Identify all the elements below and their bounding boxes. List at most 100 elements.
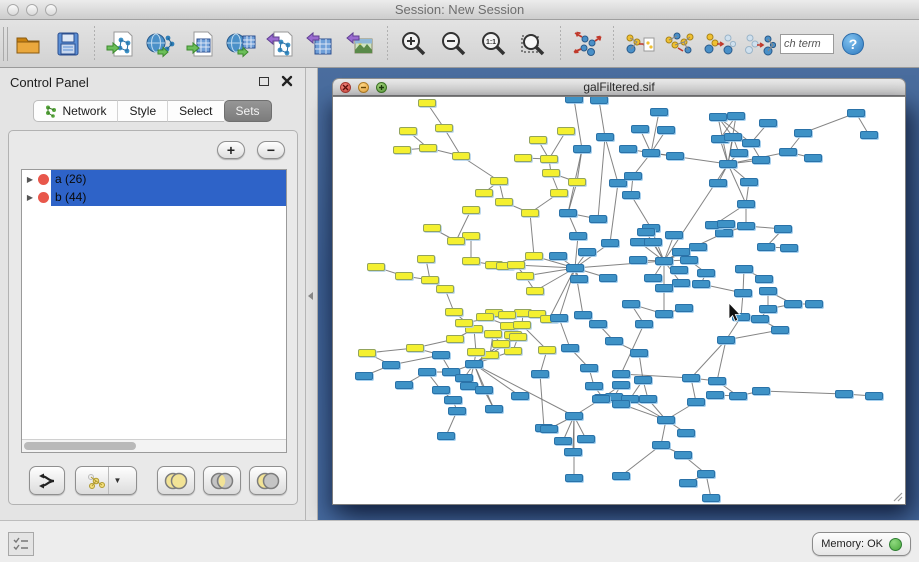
- import-network-globe-icon: [146, 30, 176, 58]
- export-table-icon: [306, 30, 336, 58]
- apply-layout-button[interactable]: [570, 27, 604, 61]
- import-network-url-button[interactable]: [144, 27, 178, 61]
- memory-ok-dot-icon: [889, 538, 902, 551]
- venn-intersection-icon: [209, 472, 235, 490]
- import-network-file-button[interactable]: [104, 27, 138, 61]
- tab-label: Sets: [236, 104, 260, 118]
- toolbar-separator: [387, 26, 388, 62]
- zoom-in-button[interactable]: [397, 27, 431, 61]
- zoom-in-icon: [400, 30, 428, 58]
- control-panel-tabbar: Network Style Select Sets: [0, 100, 305, 122]
- float-panel-icon[interactable]: [259, 77, 269, 86]
- open-session-button[interactable]: [11, 27, 45, 61]
- show-all-button[interactable]: [743, 27, 777, 61]
- control-panel: Control Panel Network St: [0, 68, 306, 520]
- set-label: a (26): [51, 170, 286, 188]
- first-neighbors-icon: [664, 30, 696, 58]
- venn-union-icon: [163, 472, 189, 490]
- split-icon: [37, 472, 57, 490]
- window-title: Session: New Session: [0, 2, 919, 17]
- toolbar: 1:1: [0, 20, 919, 68]
- task-history-button[interactable]: [8, 532, 34, 556]
- zoom-fit-selected-button[interactable]: [517, 27, 551, 61]
- tab-label: Style: [129, 104, 156, 118]
- import-table-icon: [186, 30, 216, 58]
- hide-selected-icon: [704, 30, 736, 58]
- set-color-dot-icon: [38, 192, 49, 203]
- set-color-dot-icon: [38, 174, 49, 185]
- export-image-button[interactable]: [344, 27, 378, 61]
- network-desktop: galFiltered.sif: [318, 68, 919, 520]
- panel-splitter[interactable]: [306, 68, 318, 520]
- create-set-from-network-button[interactable]: ▼: [75, 466, 137, 495]
- import-network-icon: [106, 30, 136, 58]
- help-question-icon: ?: [849, 36, 858, 52]
- toolbar-grip[interactable]: [3, 27, 8, 61]
- network-frame-title: galFiltered.sif: [333, 80, 905, 94]
- remove-set-button[interactable]: −: [257, 141, 285, 159]
- zoom-actual-size-button[interactable]: 1:1: [477, 27, 511, 61]
- task-checklist-icon: [13, 537, 29, 551]
- network-tab-icon: [45, 105, 57, 118]
- disclosure-triangle-icon[interactable]: ▶: [22, 193, 38, 202]
- collapse-panel-icon[interactable]: [308, 292, 313, 300]
- export-network-icon: [266, 30, 296, 58]
- control-panel-header: Control Panel: [0, 68, 305, 96]
- tab-label: Network: [62, 104, 106, 118]
- network-frame-titlebar[interactable]: galFiltered.sif: [332, 78, 906, 96]
- split-set-button[interactable]: [29, 466, 65, 495]
- venn-difference-icon: [255, 472, 281, 490]
- layout-icon: [572, 30, 602, 58]
- tab-style[interactable]: Style: [117, 100, 167, 122]
- export-image-icon: [346, 30, 376, 58]
- hide-selected-button[interactable]: [703, 27, 737, 61]
- close-panel-icon[interactable]: [281, 75, 293, 87]
- new-network-from-selection-button[interactable]: [623, 27, 657, 61]
- control-panel-title: Control Panel: [10, 75, 89, 90]
- list-item-set-a[interactable]: ▶ a (26): [22, 170, 286, 188]
- difference-sets-button[interactable]: [249, 466, 287, 495]
- show-all-icon: [744, 30, 776, 58]
- help-button[interactable]: ?: [842, 33, 864, 55]
- sets-toolbar: ▼: [9, 466, 297, 496]
- disclosure-triangle-icon[interactable]: ▶: [22, 175, 38, 184]
- status-bar: Memory: OK: [0, 520, 919, 562]
- add-set-button[interactable]: +: [217, 141, 245, 159]
- toolbar-separator: [560, 26, 561, 62]
- svg-text:1:1: 1:1: [486, 39, 496, 46]
- union-sets-button[interactable]: [157, 466, 195, 495]
- memory-label: Memory: OK: [821, 538, 883, 550]
- import-table-file-button[interactable]: [184, 27, 218, 61]
- main-titlebar[interactable]: Session: New Session: [0, 0, 919, 20]
- memory-status-badge[interactable]: Memory: OK: [812, 532, 911, 556]
- zoom-one-to-one-icon: 1:1: [480, 30, 508, 58]
- folder-icon: [14, 30, 42, 58]
- export-table-button[interactable]: [304, 27, 338, 61]
- zoom-out-button[interactable]: [437, 27, 471, 61]
- cytoscape-window: Session: New Session: [0, 0, 919, 562]
- search-input[interactable]: [780, 34, 834, 54]
- tab-network[interactable]: Network: [33, 100, 117, 122]
- zoom-selection-icon: [520, 30, 548, 58]
- intersect-sets-button[interactable]: [203, 466, 241, 495]
- list-item-set-b[interactable]: ▶ b (44): [22, 188, 286, 206]
- scrollbar-thumb[interactable]: [24, 442, 136, 450]
- tab-label: Select: [179, 104, 212, 118]
- select-first-neighbors-button[interactable]: [663, 27, 697, 61]
- sets-list[interactable]: ▶ a (26) ▶ b (44): [21, 169, 287, 453]
- import-table-globe-icon: [226, 30, 256, 58]
- save-session-button[interactable]: [51, 27, 85, 61]
- set-label: b (44): [51, 188, 286, 206]
- tab-select[interactable]: Select: [167, 100, 223, 122]
- export-network-button[interactable]: [264, 27, 298, 61]
- sets-panel: + − ▶ a (26) ▶ b (44): [8, 130, 298, 505]
- network-from-selection-icon: [624, 30, 656, 58]
- tab-sets[interactable]: Sets: [224, 100, 272, 122]
- network-canvas[interactable]: [332, 96, 906, 505]
- network-graph[interactable]: [333, 97, 905, 504]
- import-table-url-button[interactable]: [224, 27, 258, 61]
- yellow-network-icon: [86, 472, 108, 490]
- dropdown-arrow-icon[interactable]: ▼: [108, 467, 126, 494]
- resize-grip-icon[interactable]: [891, 490, 903, 502]
- horizontal-scrollbar[interactable]: [22, 439, 286, 452]
